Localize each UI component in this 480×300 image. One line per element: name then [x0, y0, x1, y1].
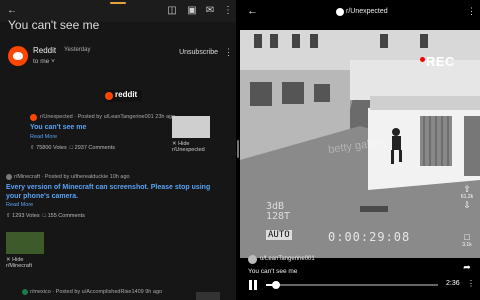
recipient-toggle[interactable]: to me ˅ — [33, 58, 55, 65]
video-pane: ← r/Unexpected ⋮ REC betty gallery 3dB 1… — [240, 0, 480, 300]
recipient-label: to me — [33, 58, 50, 65]
upvote-button[interactable]: ⇧ 61.2k ⇩ — [458, 184, 476, 210]
osd-timestamp: 0:00:29:08 — [328, 230, 411, 244]
post-body: You can't see me Read More ⇧ 75800 Votes… — [30, 120, 170, 151]
comments-button[interactable]: □ 3.1k — [458, 232, 476, 248]
comment-count: 2937 Comments — [74, 145, 116, 151]
post-meta[interactable]: r/mexico · Posted by u/AccomplishedRise1… — [30, 289, 162, 295]
back-arrow-icon[interactable]: ← — [6, 5, 18, 17]
post-stats: ⇧ 75800 Votes □ 2937 Comments — [30, 145, 170, 151]
comment-count: 3.1k — [462, 242, 472, 248]
osd-readout: 3dB 128T — [266, 202, 290, 222]
share-icon: ➦ — [463, 262, 471, 272]
sender-more-icon[interactable]: ⋮ — [224, 47, 233, 58]
subreddit-icon — [336, 8, 344, 16]
video-header: ← r/Unexpected ⋮ — [240, 0, 480, 26]
video-duration: 2:36 — [446, 280, 460, 287]
email-pane: ← ◫ ▣ ✉ ⋮ You can't see me Reddit Yester… — [0, 0, 236, 300]
more-options-icon[interactable]: ⋮ — [222, 5, 234, 17]
post-card[interactable]: r/Minecraft · Posted by u/therealduckie … — [14, 174, 214, 180]
sender-time: Yesterday — [64, 47, 91, 53]
unsubscribe-button[interactable]: Unsubscribe — [179, 49, 218, 56]
upvote-icon: ⇧ — [463, 184, 471, 194]
hide-post[interactable]: ✕ Hide r/Minecraft — [6, 257, 32, 269]
post-title[interactable]: You can't see me — [30, 124, 170, 131]
hide-post[interactable]: ✕ Hide r/Unexpected — [172, 141, 205, 153]
back-arrow-icon[interactable]: ← — [247, 5, 258, 17]
chevron-down-icon: ˅ — [51, 58, 55, 65]
rec-dot-icon — [420, 57, 425, 62]
pause-icon[interactable] — [248, 280, 258, 290]
sender-row: Reddit Yesterday to me ˅ Unsubscribe ⋮ — [8, 44, 233, 72]
subreddit-name[interactable]: r/Unexpected — [346, 8, 388, 15]
post-body: Read More ⇧ 1293 Votes □ 155 Comments — [6, 199, 206, 219]
fullscreen-icon[interactable]: ⋮ — [467, 279, 475, 288]
reddit-avatar-icon — [8, 46, 28, 66]
more-options-icon[interactable]: ⋮ — [467, 6, 476, 17]
community-icon — [6, 174, 12, 180]
read-more-link[interactable]: Read More — [6, 202, 206, 208]
post-stats: ⇧ 1293 Votes □ 155 Comments — [6, 213, 206, 219]
divider-handle[interactable] — [237, 140, 239, 158]
mail-icon[interactable]: ✉ — [204, 5, 216, 17]
comment-icon: □ — [464, 232, 470, 242]
seek-bar[interactable] — [266, 281, 438, 289]
read-more-link[interactable]: Read More — [30, 134, 170, 140]
reddit-wordmark: reddit — [115, 90, 138, 99]
post-thumbnail[interactable] — [172, 116, 210, 138]
vote-count: 75800 Votes — [36, 145, 67, 151]
vote-count: 1293 Votes — [12, 213, 40, 219]
reddit-logo-icon — [105, 92, 113, 100]
community-icon — [22, 289, 28, 295]
video-frame[interactable]: REC betty gallery 3dB 128T AUTO 0:00:29:… — [240, 30, 480, 258]
post-thumbnail[interactable] — [196, 292, 220, 300]
delete-icon[interactable]: ▣ — [186, 5, 198, 17]
upvote-icon: ⇧ — [6, 213, 11, 219]
share-button[interactable]: ➦ — [458, 262, 476, 272]
sender-name[interactable]: Reddit — [33, 46, 56, 55]
seek-handle[interactable] — [272, 281, 281, 289]
author-avatar — [248, 255, 257, 264]
post-meta: r/Minecraft · Posted by u/therealduckie … — [14, 174, 130, 180]
archive-icon[interactable]: ◫ — [166, 5, 178, 17]
player-controls: 2:36 ⋮ — [240, 277, 480, 293]
post-thumbnail[interactable] — [6, 232, 44, 254]
rec-label: REC — [426, 54, 455, 69]
reddit-logo: reddit — [104, 90, 142, 102]
comment-icon: □ — [42, 213, 47, 219]
hide-community: r/Unexpected — [172, 147, 205, 153]
email-subject: You can't see me — [8, 18, 100, 32]
osd-auto: AUTO — [266, 230, 292, 240]
comment-icon: □ — [69, 145, 74, 151]
upvote-icon: ⇧ — [30, 145, 35, 151]
downvote-icon[interactable]: ⇩ — [458, 200, 476, 210]
pane-drag-handle[interactable] — [110, 2, 126, 4]
osd-line-2: 128T — [266, 211, 291, 222]
video-caption: You can't see me — [248, 268, 298, 275]
comment-count: 155 Comments — [47, 213, 85, 219]
hide-community: r/Minecraft — [6, 263, 32, 269]
author-name[interactable]: u/LeanTangerine001 — [260, 256, 315, 262]
